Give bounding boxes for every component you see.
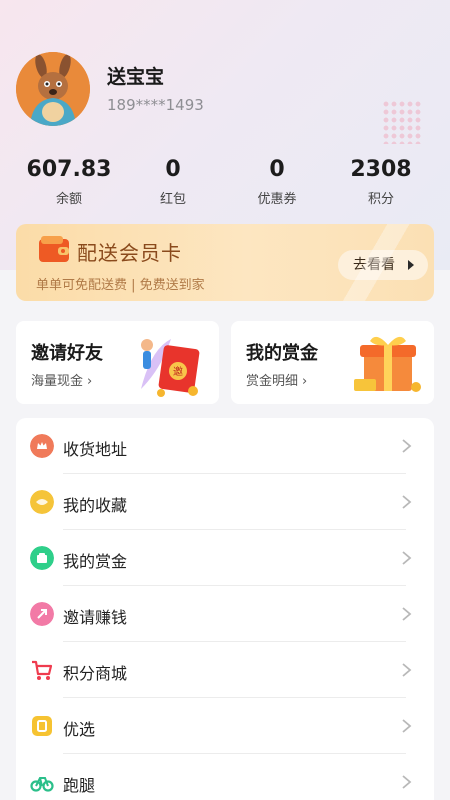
menu-item-invite-earn[interactable]: 邀请赚钱 [16, 586, 434, 642]
address-icon [30, 434, 54, 458]
stat-value: 0 [165, 157, 181, 182]
menu-item-favorites[interactable]: 我的收藏 [16, 474, 434, 530]
member-card-title: 配送会员卡 [77, 241, 182, 265]
menu-item-points-mall[interactable]: 积分商城 [16, 642, 434, 698]
menu-item-address[interactable]: 收货地址 [16, 418, 434, 474]
promo-subtitle: 海量现金 › [31, 370, 92, 389]
preferred-icon [32, 716, 52, 736]
my-bounty-card[interactable]: 我的赏金 赏金明细 › [231, 321, 434, 404]
gift-box-icon [354, 336, 421, 392]
promo-subtitle-text: 赏金明细 [246, 374, 299, 389]
chevron-right-icon [402, 719, 412, 733]
member-card[interactable]: 配送会员卡 单单可免配送费 | 免费送到家 去看看 [16, 224, 434, 301]
cart-icon [32, 660, 53, 680]
bicycle-icon [30, 777, 54, 792]
menu-item-label: 我的收藏 [63, 496, 128, 515]
stat-value: 607.83 [26, 157, 112, 182]
menu-item-preferred[interactable]: 优选 [16, 698, 434, 754]
go-button-label: 去看看 [353, 257, 395, 273]
stat-label: 红包 [159, 192, 186, 207]
stat-value: 0 [269, 157, 285, 182]
chevron-right-icon [402, 607, 412, 621]
view-member-card-button[interactable]: 去看看 [338, 250, 428, 280]
chevron-right-icon: › [87, 374, 93, 389]
favorites-icon [30, 490, 54, 514]
chevron-right-icon [402, 495, 412, 509]
menu-item-label: 收货地址 [63, 440, 128, 459]
chevron-right-icon [402, 439, 412, 453]
user-phone: 189****1493 [107, 96, 204, 114]
stat-label: 积分 [367, 192, 394, 207]
stat-red-packet[interactable]: 0 红包 [118, 156, 228, 207]
menu-item-errand[interactable]: 跑腿 [16, 754, 434, 800]
menu-item-label: 邀请赚钱 [63, 608, 128, 627]
stat-value: 2308 [350, 157, 412, 182]
stat-coupons[interactable]: 0 优惠券 [222, 156, 332, 207]
stat-label: 优惠券 [257, 192, 297, 207]
stat-points[interactable]: 2308 积分 [326, 156, 436, 207]
wallet-icon [39, 236, 69, 262]
kangaroo-avatar-icon [16, 52, 90, 126]
user-name: 送宝宝 [107, 66, 165, 88]
promo-subtitle: 赏金明细 › [246, 370, 307, 389]
bounty-icon [30, 546, 54, 570]
chevron-right-icon [402, 775, 412, 789]
invite-friends-card[interactable]: 邀请好友 海量现金 › 邀 [16, 321, 219, 404]
promo-subtitle-text: 海量现金 [31, 374, 84, 389]
promo-title: 邀请好友 [31, 343, 103, 364]
stat-label: 余额 [55, 192, 82, 207]
menu-list: 收货地址 我的收藏 我的赏金 邀请赚钱 积分商城 优选 跑腿 [16, 418, 434, 800]
stat-balance[interactable]: 607.83 余额 [14, 156, 124, 207]
play-arrow-icon [408, 260, 414, 270]
menu-item-label: 积分商城 [63, 664, 128, 683]
menu-item-label: 跑腿 [63, 776, 96, 795]
menu-item-label: 我的赏金 [63, 552, 128, 571]
invite-envelope-mark: 邀 [173, 365, 183, 378]
chevron-right-icon: › [302, 374, 308, 389]
avatar[interactable] [16, 52, 90, 126]
promo-title: 我的赏金 [246, 343, 318, 364]
menu-item-bounty[interactable]: 我的赏金 [16, 530, 434, 586]
menu-item-label: 优选 [63, 720, 96, 739]
member-card-subtitle: 单单可免配送费 | 免费送到家 [36, 278, 205, 293]
chevron-right-icon [402, 663, 412, 677]
chevron-right-icon [402, 551, 412, 565]
red-envelope-icon: 邀 [141, 339, 200, 397]
decorative-dots [382, 100, 422, 144]
stats-row: 607.83 余额 0 红包 0 优惠券 2308 积分 [0, 156, 450, 212]
invite-icon [30, 602, 54, 626]
